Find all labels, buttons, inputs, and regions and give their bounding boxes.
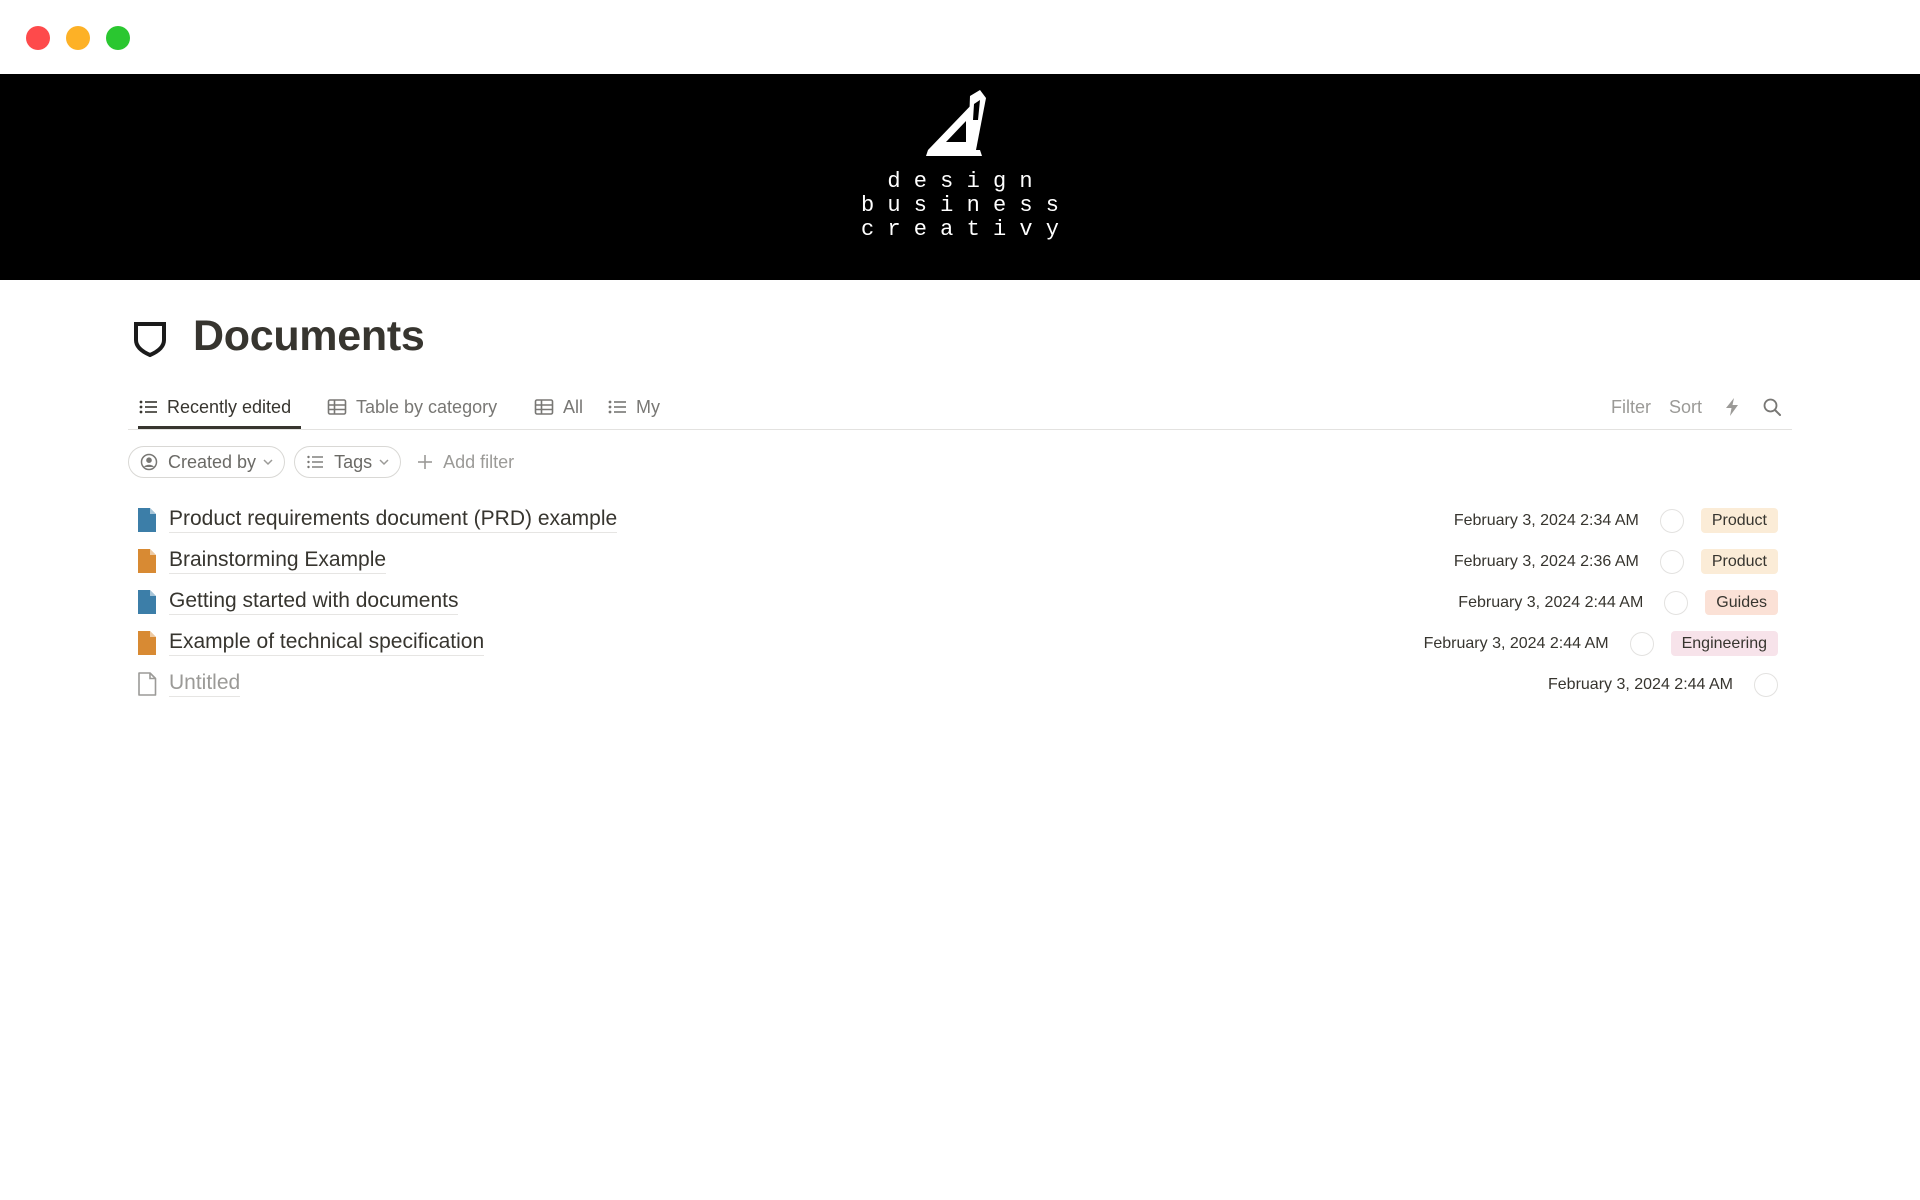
list-item[interactable]: Example of technical specification Febru… — [128, 623, 1792, 664]
document-title[interactable]: Product requirements document (PRD) exam… — [169, 506, 618, 533]
cover-image: d e s i g n b u s i n e s s c r e a t i … — [0, 74, 1920, 280]
window-titlebar — [0, 0, 1920, 74]
table-icon — [534, 399, 554, 415]
list-icon — [307, 455, 324, 469]
blank-document-icon — [138, 672, 157, 696]
last-edited-date: February 3, 2024 2:44 AM — [1548, 675, 1733, 693]
document-title[interactable]: Getting started with documents — [169, 588, 459, 615]
last-edited-date: February 3, 2024 2:44 AM — [1458, 593, 1644, 611]
tags-filter-chip[interactable]: Tags — [294, 446, 402, 478]
avatar — [1754, 672, 1778, 697]
list-icon — [608, 400, 626, 414]
avatar — [1659, 508, 1684, 533]
chevron-down-icon — [379, 459, 389, 466]
logo-wordmark: d e s i g n b u s i n e s s c r e a t i … — [0, 170, 1920, 242]
list-item[interactable]: Product requirements document (PRD) exam… — [128, 500, 1792, 541]
view-toolbar: Filter Sort — [1593, 386, 1782, 428]
minimize-window-button[interactable] — [66, 26, 90, 50]
list-item[interactable]: Brainstorming Example February 3, 2024 2… — [128, 541, 1792, 582]
table-icon — [327, 399, 347, 415]
list-item[interactable]: Untitled February 3, 2024 2:44 AM — [128, 664, 1792, 705]
tab-recently-edited[interactable]: Recently edited — [138, 386, 302, 429]
chip-label: Tags — [334, 451, 373, 472]
tag-badge: Engineering — [1670, 631, 1778, 656]
document-icon — [138, 590, 156, 614]
lightning-icon[interactable] — [1722, 397, 1742, 417]
document-meta: February 3, 2024 2:44 AM Engineering — [1424, 631, 1778, 656]
avatar — [1659, 549, 1684, 574]
tag-badge: Guides — [1705, 590, 1778, 615]
avatar — [1664, 590, 1689, 615]
chevron-down-icon — [263, 459, 273, 466]
shield-outline-icon[interactable] — [132, 318, 168, 358]
last-edited-date: February 3, 2024 2:44 AM — [1423, 634, 1609, 652]
tag-badge: Product — [1700, 549, 1778, 574]
tab-label: My — [636, 396, 660, 417]
view-tabs-bar: Recently edited Table by category All My… — [128, 386, 1792, 430]
add-filter-button[interactable]: Add filter — [416, 452, 514, 473]
set-square-pencil-logo — [926, 90, 986, 156]
document-meta: February 3, 2024 2:44 AM — [1548, 672, 1778, 697]
tab-label: Recently edited — [167, 396, 292, 417]
logo-line-3: c r e a t i v y — [860, 217, 1060, 242]
document-meta: February 3, 2024 2:34 AM Product — [1454, 508, 1778, 533]
page-title[interactable]: Documents — [193, 308, 425, 364]
document-title[interactable]: Untitled — [169, 670, 241, 697]
person-circle-icon — [140, 453, 158, 471]
logo-line-1: d e s i g n — [887, 169, 1033, 194]
sort-button[interactable]: Sort — [1669, 397, 1702, 418]
created-by-filter-chip[interactable]: Created by — [128, 446, 286, 478]
document-title[interactable]: Brainstorming Example — [169, 547, 387, 574]
search-icon[interactable] — [1762, 397, 1782, 417]
document-meta: February 3, 2024 2:36 AM Product — [1454, 549, 1778, 574]
tag-badge: Product — [1700, 508, 1778, 533]
document-icon — [138, 549, 156, 573]
tab-all[interactable]: All — [534, 386, 583, 428]
tab-label: Table by category — [356, 396, 498, 417]
filter-button[interactable]: Filter — [1611, 397, 1651, 418]
plus-icon — [418, 455, 433, 469]
last-edited-date: February 3, 2024 2:36 AM — [1453, 552, 1639, 570]
logo-line-2: b u s i n e s s — [860, 193, 1060, 218]
filter-bar: Created by Tags Add filter — [128, 446, 514, 478]
avatar — [1629, 631, 1654, 656]
chip-label: Created by — [168, 451, 257, 472]
list-icon — [139, 400, 157, 414]
add-filter-label: Add filter — [443, 451, 515, 472]
last-edited-date: February 3, 2024 2:34 AM — [1453, 511, 1639, 529]
document-meta: February 3, 2024 2:44 AM Guides — [1458, 590, 1778, 615]
maximize-window-button[interactable] — [106, 26, 130, 50]
document-title[interactable]: Example of technical specification — [169, 629, 485, 656]
tab-label: All — [563, 396, 584, 417]
close-window-button[interactable] — [26, 26, 50, 50]
document-icon — [138, 508, 156, 532]
tab-my[interactable]: My — [607, 386, 660, 428]
tab-table-by-category[interactable]: Table by category — [327, 386, 497, 428]
list-item[interactable]: Getting started with documents February … — [128, 582, 1792, 623]
document-icon — [138, 631, 156, 655]
